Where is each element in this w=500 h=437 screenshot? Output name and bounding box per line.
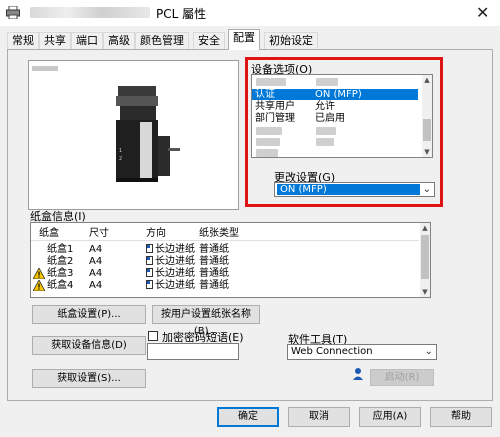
tray-paper-type: 普通纸 xyxy=(199,268,229,279)
tray-orientation: 长边进纸 xyxy=(155,280,195,291)
header-size: 尺寸 xyxy=(89,228,109,239)
table-row[interactable]: 纸盒4 A4 长边进纸 普通纸 xyxy=(31,280,419,291)
preview-label-redacted xyxy=(32,66,58,71)
list-item[interactable]: 部门管理 已启用 xyxy=(252,113,418,124)
tray-info-list[interactable]: 纸盒 尺寸 方向 纸张类型 纸盒1 A4 长边进纸 普通纸 纸盒2 A4 长边进… xyxy=(30,222,431,298)
tray-size: A4 xyxy=(89,268,103,279)
tray-orientation: 长边进纸 xyxy=(155,256,195,267)
tab-initial-settings[interactable]: 初始设定 xyxy=(264,32,318,49)
tab-general[interactable]: 常规 xyxy=(7,32,39,49)
apply-button[interactable]: 应用(A) xyxy=(359,407,421,427)
option-name: 部门管理 xyxy=(255,113,295,124)
redacted-item xyxy=(316,78,338,86)
help-button[interactable]: 帮助 xyxy=(430,407,492,427)
tray-name: 纸盒3 xyxy=(47,268,74,279)
user-tool-icon xyxy=(353,368,363,380)
title-redacted xyxy=(30,7,150,18)
tray-size: A4 xyxy=(89,280,103,291)
tab-ports[interactable]: 端口 xyxy=(71,32,103,49)
tray-name: 纸盒2 xyxy=(47,256,74,267)
get-device-info-button[interactable]: 获取设备信息(D) xyxy=(32,336,146,355)
ok-button[interactable]: 确定 xyxy=(217,407,279,427)
tray-orientation: 长边进纸 xyxy=(155,244,195,255)
tab-configure[interactable]: 配置 xyxy=(228,29,260,50)
list-item[interactable]: 认证 ON (MFP) xyxy=(252,89,418,100)
table-row[interactable]: 纸盒2 A4 长边进纸 普通纸 xyxy=(31,256,419,267)
tab-sharing[interactable]: 共享 xyxy=(39,32,71,49)
redacted-item xyxy=(256,78,286,86)
software-tool-value: Web Connection xyxy=(291,346,373,357)
encrypt-checkbox[interactable] xyxy=(148,331,158,341)
change-setting-value: ON (MFP) xyxy=(277,184,420,195)
svg-text:2: 2 xyxy=(119,156,122,162)
scroll-down-icon[interactable]: ▼ xyxy=(420,287,430,297)
option-value: 已启用 xyxy=(315,113,345,124)
window-title: PCL 屬性 xyxy=(156,7,207,21)
option-name: 认证 xyxy=(255,89,275,100)
chevron-down-icon: ⌄ xyxy=(424,346,433,357)
table-row[interactable]: 纸盒3 A4 长边进纸 普通纸 xyxy=(31,268,419,279)
close-icon[interactable]: ✕ xyxy=(476,3,489,22)
list-scrollbar[interactable]: ▲ ▼ xyxy=(422,75,432,157)
encrypt-input[interactable] xyxy=(147,343,239,360)
printer-icon xyxy=(6,6,20,19)
tray-size: A4 xyxy=(89,244,103,255)
tray-name: 纸盒4 xyxy=(47,280,74,291)
svg-text:1: 1 xyxy=(119,148,122,154)
scroll-up-icon[interactable]: ▲ xyxy=(420,223,430,233)
sheet-icon xyxy=(146,268,153,277)
tab-color-management[interactable]: 颜色管理 xyxy=(135,32,189,49)
tab-advanced[interactable]: 高级 xyxy=(103,32,135,49)
redacted-item xyxy=(256,149,278,157)
header-paper-type: 纸张类型 xyxy=(199,228,239,239)
option-name: 共享用户 xyxy=(255,101,295,112)
device-options-list[interactable]: 认证 ON (MFP) 共享用户 允许 部门管理 已启用 ▲ ▼ xyxy=(251,74,433,158)
sheet-icon xyxy=(146,280,153,289)
tray-name: 纸盒1 xyxy=(47,244,74,255)
cancel-button[interactable]: 取消 xyxy=(288,407,350,427)
redacted-item xyxy=(316,138,334,146)
tray-settings-button[interactable]: 纸盒设置(P)... xyxy=(32,305,146,324)
list-item[interactable]: 共享用户 允许 xyxy=(252,101,418,112)
table-header: 纸盒 尺寸 方向 纸张类型 xyxy=(31,228,419,239)
mfp-image: 1 2 xyxy=(116,86,180,182)
tray-paper-type: 普通纸 xyxy=(199,256,229,267)
redacted-item xyxy=(256,138,280,146)
paper-name-button[interactable]: 按用户设置纸张名称(B)... xyxy=(152,305,260,337)
scroll-up-icon[interactable]: ▲ xyxy=(422,75,432,85)
redacted-item xyxy=(256,127,282,135)
header-tray: 纸盒 xyxy=(39,228,59,239)
table-row[interactable]: 纸盒1 A4 长边进纸 普通纸 xyxy=(31,244,419,255)
get-settings-button[interactable]: 获取设置(S)... xyxy=(32,369,146,388)
change-setting-dropdown[interactable]: ON (MFP) ⌄ xyxy=(274,182,435,197)
tab-security[interactable]: 安全 xyxy=(193,32,225,49)
software-tool-dropdown[interactable]: Web Connection ⌄ xyxy=(287,344,437,360)
header-orientation: 方向 xyxy=(146,228,166,239)
scroll-thumb[interactable] xyxy=(423,119,431,141)
launch-button[interactable]: 启动(R) xyxy=(370,369,434,386)
warning-icon xyxy=(33,280,45,291)
tray-size: A4 xyxy=(89,256,103,267)
chevron-down-icon: ⌄ xyxy=(422,184,431,195)
tray-orientation: 长边进纸 xyxy=(155,268,195,279)
sheet-icon xyxy=(146,244,153,253)
sheet-icon xyxy=(146,256,153,265)
tray-paper-type: 普通纸 xyxy=(199,280,229,291)
tray-paper-type: 普通纸 xyxy=(199,244,229,255)
warning-icon xyxy=(33,268,45,279)
tray-scrollbar[interactable]: ▲ ▼ xyxy=(420,223,430,297)
scroll-thumb[interactable] xyxy=(421,235,429,279)
scroll-down-icon[interactable]: ▼ xyxy=(422,147,432,157)
option-value: 允许 xyxy=(315,101,335,112)
redacted-item xyxy=(316,127,336,135)
header-divider xyxy=(31,240,419,241)
option-value: ON (MFP) xyxy=(315,89,362,100)
